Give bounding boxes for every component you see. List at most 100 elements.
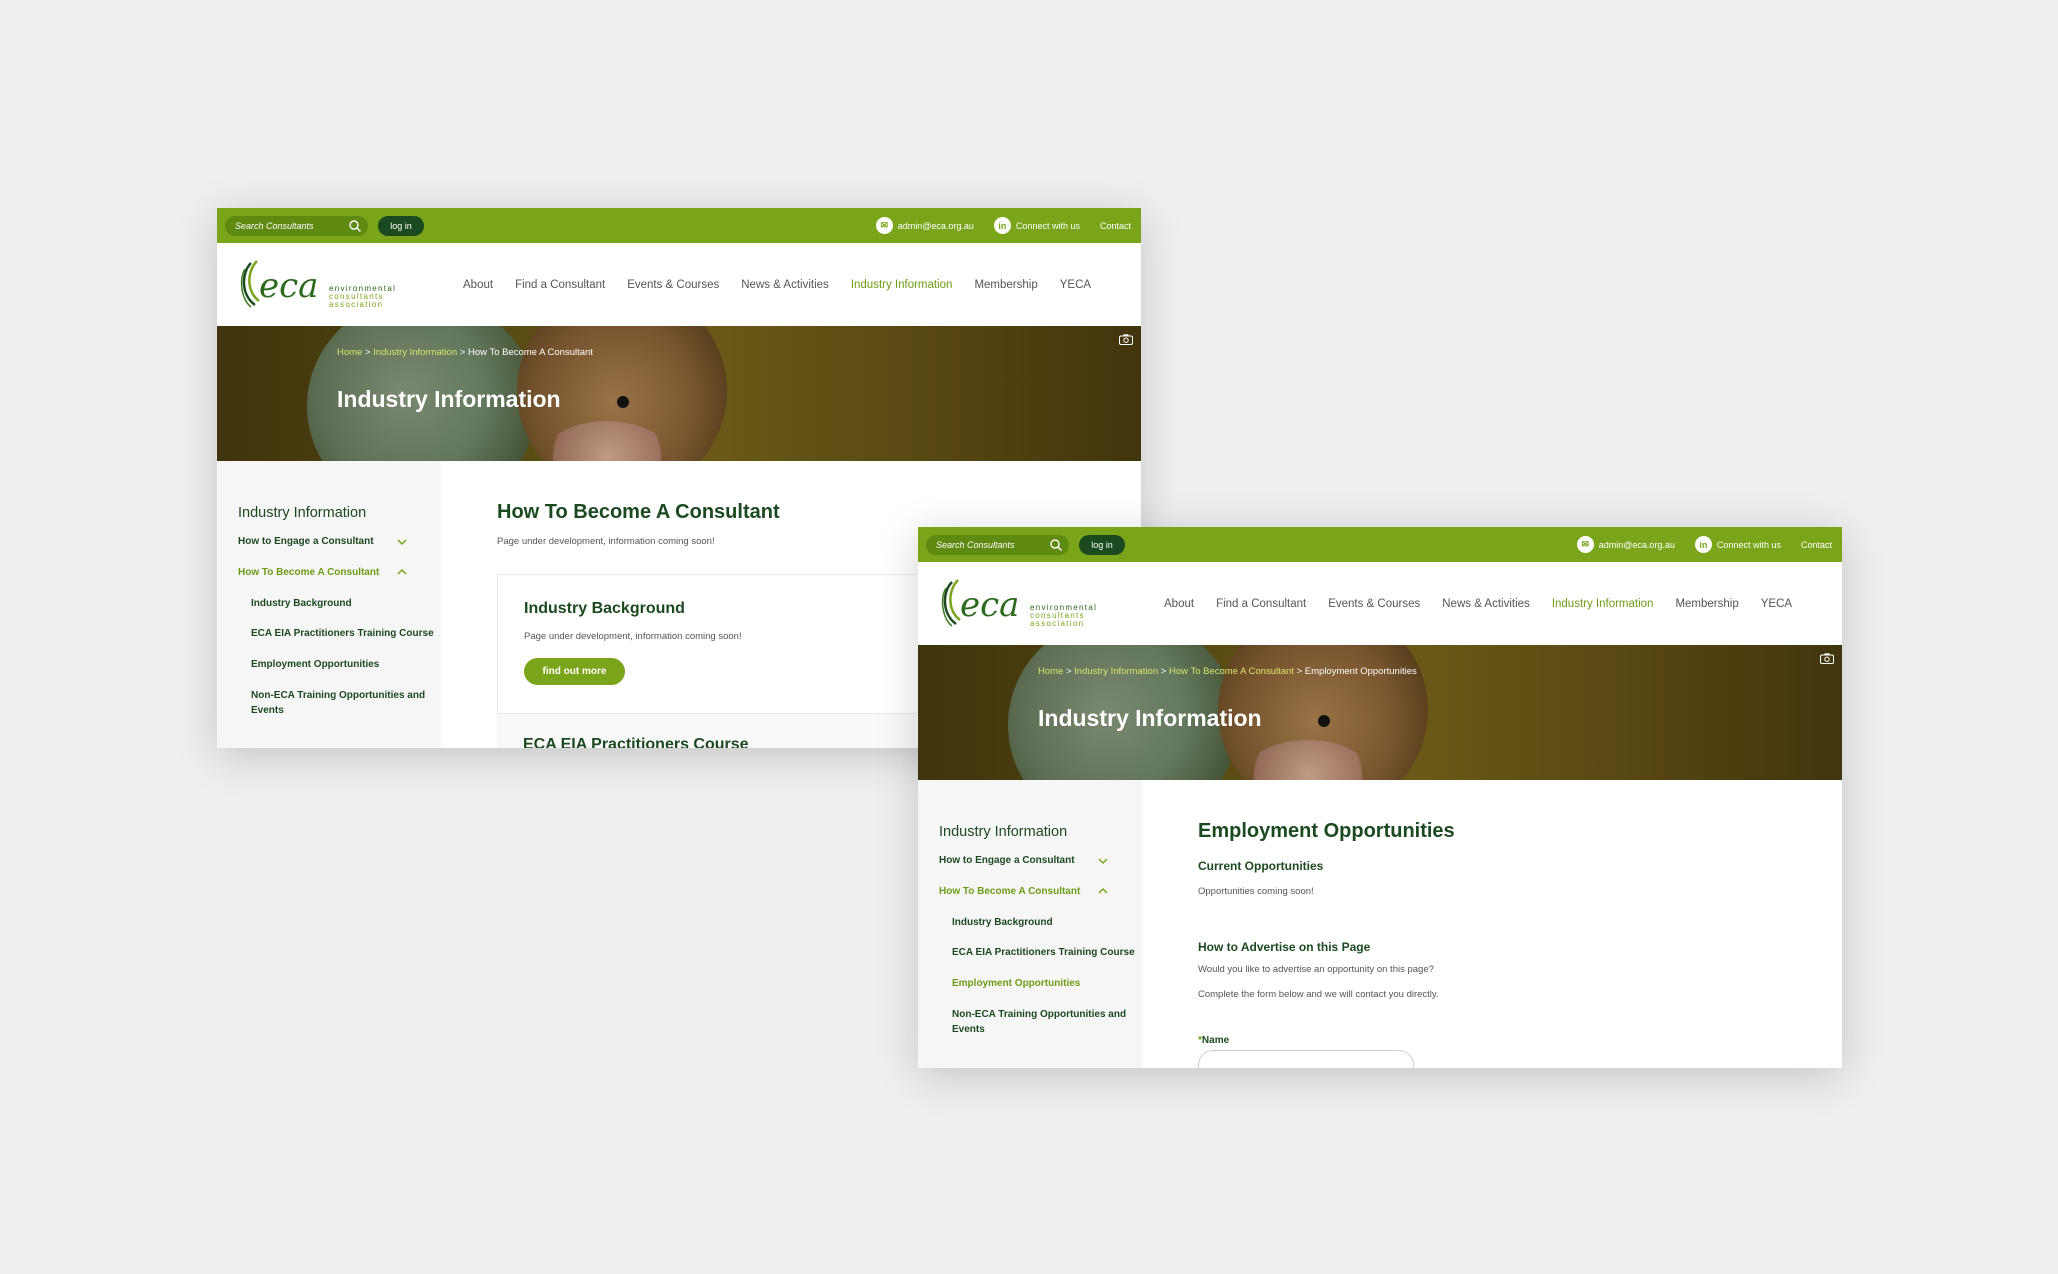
advertise-heading: How to Advertise on this Page	[1198, 940, 1371, 954]
connect-text: Connect with us	[1015, 220, 1080, 231]
hero-title: Industry Information	[1038, 705, 1262, 731]
top-bar: log in ✉ admin@eca.org.au in Connect with …	[217, 208, 1141, 243]
name-field[interactable]	[1198, 1050, 1414, 1068]
current-opportunities-text: Opportunities coming soon!	[1198, 886, 1314, 897]
page-title: Employment Opportunities	[1198, 820, 1455, 842]
hero-title: Industry Information	[337, 386, 561, 412]
nav-events[interactable]: Events & Courses	[627, 279, 719, 291]
search-box[interactable]	[225, 216, 368, 236]
sidebar-item-become[interactable]: How To Become A Consultant	[238, 567, 379, 578]
nav-find-consultant[interactable]: Find a Consultant	[515, 279, 605, 291]
sidebar: Industry Information How to Engage a Con…	[918, 780, 1142, 1068]
breadcrumb-home[interactable]: Home	[1038, 666, 1063, 677]
sidebar-item-become[interactable]: How To Become A Consultant	[939, 886, 1080, 897]
camera-icon[interactable]	[1820, 653, 1834, 664]
sidebar-title: Industry Information	[939, 824, 1068, 840]
main-content: Employment Opportunities Current Opportu…	[1198, 780, 1842, 1068]
breadcrumb-industry[interactable]: Industry Information	[1074, 666, 1158, 677]
chevron-down-icon[interactable]	[397, 538, 407, 546]
sidebar-item-eia-course[interactable]: ECA EIA Practitioners Training Course	[952, 947, 1135, 958]
email-link[interactable]: ✉ admin@eca.org.au	[875, 217, 974, 234]
search-icon[interactable]	[348, 219, 362, 233]
breadcrumb-industry[interactable]: Industry Information	[373, 347, 457, 358]
nav-find-consultant[interactable]: Find a Consultant	[1216, 598, 1306, 610]
email-text: admin@eca.org.au	[897, 220, 974, 231]
linkedin-icon: in	[1694, 536, 1712, 553]
login-button[interactable]: log in	[378, 216, 424, 236]
name-label-text: Name	[1201, 1035, 1230, 1046]
search-box[interactable]	[926, 535, 1069, 555]
current-opportunities-heading: Current Opportunities	[1198, 859, 1324, 873]
chevron-down-icon[interactable]	[1098, 857, 1108, 865]
info-card: Industry Background Page under developme…	[497, 574, 917, 714]
linkedin-link[interactable]: in Connect with us	[1694, 536, 1781, 553]
mail-icon: ✉	[1576, 536, 1594, 553]
sidebar: Industry Information How to Engage a Con…	[217, 461, 441, 748]
sidebar-item-eia-course[interactable]: ECA EIA Practitioners Training Course	[251, 628, 434, 639]
logo-wordmark: environmental consultants association	[329, 284, 397, 309]
nav-about[interactable]: About	[1164, 598, 1194, 610]
breadcrumb-separator: >	[1158, 666, 1169, 677]
breadcrumb-current: Employment Opportunities	[1304, 666, 1417, 677]
advertise-instructions: Complete the form below and we will cont…	[1198, 989, 1439, 1000]
find-out-more-button[interactable]: find out more	[524, 658, 625, 685]
nav-news[interactable]: News & Activities	[1442, 598, 1530, 610]
sidebar-item-industry-background[interactable]: Industry Background	[251, 598, 352, 609]
eca-logo[interactable]: eca environmental consultants associatio…	[237, 255, 427, 313]
svg-text:eca: eca	[259, 266, 318, 306]
card-title: Industry Background	[524, 600, 685, 617]
nav-yeca[interactable]: YECA	[1761, 598, 1792, 610]
nav-industry-information[interactable]: Industry Information	[851, 279, 953, 291]
nav-news[interactable]: News & Activities	[741, 279, 829, 291]
browser-window-employment: log in ✉ admin@eca.org.au in Connect with …	[918, 527, 1842, 1068]
sidebar-item-non-eca[interactable]: Non-ECA Training Opportunities and	[251, 690, 425, 701]
eca-logo[interactable]: eca environmental consultants associatio…	[938, 574, 1128, 632]
email-link[interactable]: ✉ admin@eca.org.au	[1576, 536, 1675, 553]
sidebar-item-industry-background[interactable]: Industry Background	[952, 917, 1053, 928]
breadcrumb-become[interactable]: How To Become A Consultant	[1169, 666, 1294, 677]
sidebar-item-non-eca[interactable]: Non-ECA Training Opportunities and	[952, 1009, 1126, 1020]
sidebar-title: Industry Information	[238, 505, 367, 521]
connect-text: Connect with us	[1716, 539, 1781, 550]
card-description: Page under development, information comi…	[524, 631, 742, 642]
nav-about[interactable]: About	[463, 279, 493, 291]
site-header: eca environmental consultants associatio…	[918, 562, 1842, 645]
svg-text:eca: eca	[960, 585, 1019, 625]
login-button[interactable]: log in	[1079, 535, 1125, 555]
sidebar-item-employment[interactable]: Employment Opportunities	[952, 978, 1080, 989]
hero-banner: Home > Industry Information > How To Bec…	[918, 645, 1842, 780]
linkedin-link[interactable]: in Connect with us	[993, 217, 1080, 234]
sidebar-item-employment[interactable]: Employment Opportunities	[251, 659, 379, 670]
search-input[interactable]	[936, 538, 1046, 552]
page-description: Page under development, information comi…	[497, 536, 715, 547]
contact-link[interactable]: Contact	[1100, 221, 1131, 231]
sidebar-item-engage[interactable]: How to Engage a Consultant	[238, 536, 374, 547]
chevron-up-icon[interactable]	[1098, 887, 1108, 895]
breadcrumb-separator: >	[457, 347, 468, 358]
hero-banner: Home > Industry Information > How To Bec…	[217, 326, 1141, 461]
nav-events[interactable]: Events & Courses	[1328, 598, 1420, 610]
sidebar-item-engage[interactable]: How to Engage a Consultant	[939, 855, 1075, 866]
sidebar-item-non-eca-cont[interactable]: Events	[251, 705, 284, 716]
search-icon[interactable]	[1049, 538, 1063, 552]
contact-link[interactable]: Contact	[1801, 540, 1832, 550]
nav-membership[interactable]: Membership	[1675, 598, 1738, 610]
info-card: ECA EIA Practitioners Course	[497, 713, 917, 748]
page-title: How To Become A Consultant	[497, 501, 780, 523]
email-text: admin@eca.org.au	[1598, 539, 1675, 550]
chevron-up-icon[interactable]	[397, 568, 407, 576]
mail-icon: ✉	[875, 217, 893, 234]
eca-logo-mark-icon: eca	[941, 579, 1019, 627]
breadcrumb-home[interactable]: Home	[337, 347, 362, 358]
name-field-label: *Name	[1198, 1035, 1229, 1046]
breadcrumb: Home > Industry Information > How To Bec…	[337, 347, 593, 358]
sidebar-item-non-eca-cont[interactable]: Events	[952, 1024, 985, 1035]
nav-membership[interactable]: Membership	[974, 279, 1037, 291]
eca-logo-mark-icon: eca	[240, 260, 318, 308]
page-content: Industry Information How to Engage a Con…	[918, 780, 1842, 1068]
top-links: ✉ admin@eca.org.au in Connect with us Cont…	[875, 208, 1131, 243]
camera-icon[interactable]	[1119, 334, 1133, 345]
search-input[interactable]	[235, 219, 345, 233]
nav-yeca[interactable]: YECA	[1060, 279, 1091, 291]
nav-industry-information[interactable]: Industry Information	[1552, 598, 1654, 610]
